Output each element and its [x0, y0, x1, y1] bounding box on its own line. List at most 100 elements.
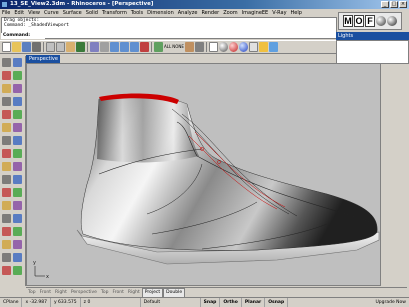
ellipse-icon[interactable]	[13, 97, 22, 106]
line-icon[interactable]	[2, 71, 11, 80]
mof-f-button[interactable]: F	[365, 15, 375, 27]
menu-dimension[interactable]: Dimension	[145, 9, 176, 17]
menu-tools[interactable]: Tools	[129, 9, 145, 17]
dimension-icon[interactable]	[13, 214, 22, 223]
analyze-icon[interactable]	[2, 266, 11, 275]
status-planar-toggle[interactable]: Planar	[242, 298, 266, 307]
copy-icon[interactable]	[56, 42, 65, 52]
tab-perspective-viewport[interactable]: Perspective	[26, 55, 60, 63]
material-sphere-icon[interactable]	[238, 42, 248, 52]
close-button[interactable]: ×	[399, 1, 407, 8]
status-layer[interactable]: Default	[141, 298, 201, 307]
save-icon[interactable]	[22, 42, 31, 52]
shaded-sphere-icon[interactable]	[218, 42, 228, 52]
select-arrow-icon[interactable]	[2, 58, 11, 67]
tab-top[interactable]: Top	[26, 289, 38, 297]
menu-edit[interactable]: Edit	[12, 9, 26, 17]
menu-surface[interactable]: Surface	[61, 9, 84, 17]
copy-object-icon[interactable]	[13, 227, 22, 236]
sweep-icon[interactable]	[13, 136, 22, 145]
trim-icon[interactable]	[2, 188, 11, 197]
rectangle-icon[interactable]	[2, 110, 11, 119]
menu-curve[interactable]: Curve	[42, 9, 61, 17]
render-sphere-icon[interactable]	[228, 42, 238, 52]
menu-solid[interactable]: Solid	[84, 9, 100, 17]
options-icon[interactable]	[248, 42, 258, 52]
arc-icon[interactable]	[2, 97, 11, 106]
array-icon[interactable]	[13, 253, 22, 262]
menu-transform[interactable]: Transform	[100, 9, 129, 17]
split-icon[interactable]	[13, 188, 22, 197]
hide-icon[interactable]	[184, 42, 194, 52]
rotate-icon[interactable]	[2, 240, 11, 249]
curve-icon[interactable]	[2, 84, 11, 93]
command-prompt[interactable]: Command:	[1, 33, 45, 39]
print-icon[interactable]	[32, 42, 41, 52]
shoe-model-render: x y	[33, 93, 380, 280]
paste-icon[interactable]	[66, 42, 75, 52]
text-icon[interactable]	[2, 214, 11, 223]
circle-icon[interactable]	[13, 84, 22, 93]
mof-m-button[interactable]: M	[343, 15, 353, 27]
tab-perspective[interactable]: Perspective	[69, 289, 99, 297]
layer-icon[interactable]	[154, 42, 163, 52]
surface-icon[interactable]	[13, 123, 22, 132]
status-osnap-toggle[interactable]: Osnap	[265, 298, 289, 307]
extrude-icon[interactable]	[2, 136, 11, 145]
scale-icon[interactable]	[13, 240, 22, 249]
zoom-window-icon[interactable]	[120, 42, 129, 52]
render-icon[interactable]	[13, 266, 22, 275]
select-all-label[interactable]: ALL	[164, 42, 171, 52]
light-icon[interactable]	[258, 42, 268, 52]
loft-icon[interactable]	[2, 149, 11, 158]
tab-front[interactable]: Front	[38, 289, 53, 297]
cylinder-icon[interactable]	[13, 162, 22, 171]
menu-vray[interactable]: V-Ray	[270, 9, 288, 17]
menu-help[interactable]: Help	[289, 9, 304, 17]
tab-right-2[interactable]: Right	[126, 289, 142, 297]
freeform-icon[interactable]	[2, 123, 11, 132]
polygon-icon[interactable]	[13, 110, 22, 119]
join-icon[interactable]	[2, 201, 11, 210]
move-icon[interactable]	[2, 227, 11, 236]
menu-file[interactable]: File	[0, 9, 12, 17]
zoom-selected-icon[interactable]	[140, 42, 149, 52]
render-ball-icon[interactable]	[387, 16, 397, 26]
help-icon[interactable]	[268, 42, 278, 52]
mof-o-button[interactable]: O	[354, 15, 364, 27]
zoom-icon[interactable]	[110, 42, 119, 52]
explode-icon[interactable]	[13, 201, 22, 210]
new-file-icon[interactable]	[2, 42, 11, 52]
select-none-label[interactable]: NONE	[172, 42, 184, 52]
material-ball-icon[interactable]	[376, 16, 386, 26]
tab-right[interactable]: Right	[53, 289, 69, 297]
perspective-viewport[interactable]: x y	[26, 63, 381, 286]
maximize-button[interactable]: □	[390, 1, 398, 8]
polyline-icon[interactable]	[13, 71, 22, 80]
fillet-icon[interactable]	[13, 175, 22, 184]
point-icon[interactable]	[13, 58, 22, 67]
tab-top-2[interactable]: Top	[99, 289, 111, 297]
menu-view[interactable]: View	[26, 9, 42, 17]
menu-zoom[interactable]: Zoom	[221, 9, 239, 17]
box-icon[interactable]	[13, 149, 22, 158]
mirror-icon[interactable]	[2, 253, 11, 262]
undo-icon[interactable]	[76, 42, 85, 52]
boolean-icon[interactable]	[2, 175, 11, 184]
menu-imagineee[interactable]: ImagineEE	[240, 9, 271, 17]
tab-front-2[interactable]: Front	[111, 289, 126, 297]
rhino-app-icon	[1, 1, 8, 8]
open-folder-icon[interactable]	[12, 42, 21, 52]
status-ortho-toggle[interactable]: Ortho	[220, 298, 242, 307]
wireframe-viewport-icon[interactable]	[208, 42, 218, 52]
sphere-icon[interactable]	[2, 162, 11, 171]
cut-icon[interactable]	[46, 42, 55, 52]
status-snap-toggle[interactable]: Snap	[201, 298, 221, 307]
menu-render[interactable]: Render	[199, 9, 221, 17]
minimize-button[interactable]: _	[381, 1, 389, 8]
rotate-view-icon[interactable]	[100, 42, 109, 52]
lock-icon[interactable]	[194, 42, 204, 52]
pan-icon[interactable]	[90, 42, 99, 52]
menu-analyze[interactable]: Analyze	[176, 9, 200, 17]
zoom-extents-icon[interactable]	[130, 42, 139, 52]
